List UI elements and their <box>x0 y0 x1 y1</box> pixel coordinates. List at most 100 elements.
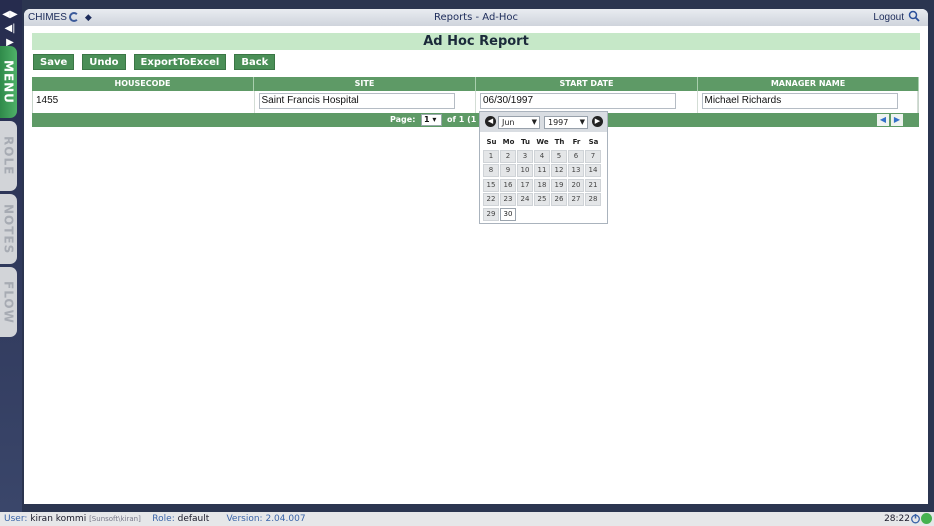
calendar-day[interactable]: 15 <box>483 178 499 192</box>
calendar-day[interactable]: 30 <box>500 207 516 221</box>
export-excel-button[interactable]: ExportToExcel <box>133 54 227 70</box>
calendar-day[interactable]: 9 <box>500 164 516 177</box>
column-header-housecode[interactable]: HOUSECODE <box>32 77 254 91</box>
prev-month-icon[interactable]: ◀ <box>485 116 496 127</box>
manager-cell: Michael Richards <box>698 91 918 113</box>
page-label: Page: <box>390 115 416 124</box>
calendar-day[interactable]: 2 <box>500 149 516 163</box>
page-count-text: of 1 (1 <box>447 115 477 124</box>
page-select-value: 1 <box>424 115 430 124</box>
save-button[interactable]: Save <box>33 54 75 70</box>
report-heading: Ad Hoc Report <box>32 33 920 50</box>
undo-button[interactable]: Undo <box>82 54 126 70</box>
calendar-empty-cell <box>568 208 584 221</box>
calendar-day[interactable]: 28 <box>585 193 601 206</box>
calendar-week: 1234567 <box>483 149 602 164</box>
side-tab-menu[interactable]: MENU <box>0 46 17 118</box>
weekday-label: Mo <box>502 138 515 146</box>
toolbar: Save Undo ExportToExcel Back <box>33 54 928 70</box>
page-select[interactable]: 1 ▾ <box>421 114 442 126</box>
weekday-label: We <box>536 138 549 146</box>
calendar-day[interactable]: 14 <box>585 164 601 177</box>
side-tab-label: NOTES <box>1 203 16 255</box>
next-month-icon[interactable]: ▶ <box>592 116 603 127</box>
calendar-day[interactable]: 11 <box>534 164 550 177</box>
weekday-label: Su <box>486 138 497 146</box>
calendar-day[interactable]: 29 <box>483 207 499 221</box>
calendar-week: 8 9 10 11 12 13 14 <box>483 164 602 178</box>
user-account: [Sunsoft\kiran] <box>89 515 141 523</box>
weekday-label: Fr <box>572 138 581 146</box>
chevron-down-icon: ▼ <box>579 118 585 126</box>
date-picker-header: ◀ Jun ▼ 1997 ▼ ▶ <box>480 112 607 132</box>
logout-link[interactable]: Logout <box>873 12 904 23</box>
session-timer: 28:22 <box>884 514 910 524</box>
calendar-day[interactable]: 3 <box>517 149 533 163</box>
calendar-empty-cell <box>534 208 550 221</box>
calendar-day[interactable]: 10 <box>517 164 533 177</box>
side-tab-flow[interactable]: FLOW <box>0 267 17 337</box>
version-label: Version: <box>226 514 263 524</box>
calendar-day[interactable]: 23 <box>500 193 516 206</box>
calendar-day[interactable]: 8 <box>483 164 499 177</box>
calendar-day[interactable]: 26 <box>551 193 567 206</box>
calendar-empty-cell <box>585 208 601 221</box>
calendar-day[interactable]: 16 <box>500 178 516 192</box>
calendar-grid: Su Mo Tu We Th Fr Sa 1 2 3 4 5 6 7 8 9 10 11 12 13 14 15 16 17… <box>483 136 602 222</box>
calendar-day[interactable]: 18 <box>534 178 550 192</box>
chevron-down-icon: ▾ <box>432 115 437 124</box>
collapse-arrows-icon[interactable]: ◀▶ ◀|▶ <box>2 8 18 50</box>
calendar-day[interactable]: 24 <box>517 193 533 206</box>
status-bar: User: kiran kommi [Sunsoft\kiran] Role: … <box>0 512 934 526</box>
site-cell: Saint Francis Hospital <box>255 91 476 113</box>
next-page-icon[interactable]: ▶ <box>891 114 903 126</box>
calendar-day[interactable]: 27 <box>568 193 584 206</box>
back-button[interactable]: Back <box>234 54 276 70</box>
start-date-field[interactable]: 06/30/1997 <box>480 93 676 109</box>
version-value: 2.04.007 <box>265 514 306 524</box>
calendar-day[interactable]: 22 <box>483 193 499 206</box>
column-header-start-date[interactable]: START DATE <box>476 77 698 91</box>
role-label: Role: <box>152 514 175 524</box>
calendar-day[interactable]: 1 <box>483 149 499 163</box>
role-value: default <box>177 514 210 524</box>
side-tab-notes[interactable]: NOTES <box>0 194 17 264</box>
calendar-day[interactable]: 17 <box>517 178 533 192</box>
site-field[interactable]: Saint Francis Hospital <box>258 93 455 109</box>
year-select[interactable]: 1997 ▼ <box>544 116 588 129</box>
calendar-day[interactable]: 25 <box>534 193 550 206</box>
calendar-day[interactable]: 7 <box>585 149 601 163</box>
weekday-label: Sa <box>588 138 599 146</box>
prev-page-icon[interactable]: ◀ <box>877 114 889 126</box>
calendar-day[interactable]: 19 <box>551 178 567 192</box>
month-value: Jun <box>502 118 515 127</box>
user-label: User: <box>4 514 28 524</box>
calendar-day[interactable]: 21 <box>585 178 601 192</box>
calendar-day[interactable]: 4 <box>534 149 550 163</box>
zoom-icon[interactable] <box>908 10 920 22</box>
power-icon[interactable] <box>910 513 921 524</box>
calendar-day[interactable]: 12 <box>551 164 567 177</box>
weekday-label: Th <box>554 138 565 146</box>
pager: Page: 1 ▾ of 1 (1 ◀ ▶ <box>32 113 919 127</box>
side-tab-role[interactable]: ROLE <box>0 121 17 191</box>
side-tab-label: MENU <box>1 60 16 104</box>
window-title: Reports - Ad-Hoc <box>433 12 519 23</box>
date-picker: ◀ Jun ▼ 1997 ▼ ▶ Su Mo Tu We Th Fr Sa 1234567891… <box>479 111 608 224</box>
column-header-manager-name[interactable]: MANAGER NAME <box>698 77 919 91</box>
calendar-day[interactable]: 20 <box>568 178 584 192</box>
manager-name-field[interactable]: Michael Richards <box>701 93 898 109</box>
calendar-day[interactable]: 5 <box>551 149 567 163</box>
year-value: 1997 <box>548 118 569 127</box>
column-header-site[interactable]: SITE <box>254 77 476 91</box>
chevron-down-icon: ▼ <box>531 118 537 126</box>
month-select[interactable]: Jun ▼ <box>498 116 540 129</box>
grid-header: HOUSECODE SITE START DATE MANAGER NAME <box>32 77 919 91</box>
report-grid: HOUSECODE SITE START DATE MANAGER NAME 1… <box>32 77 919 127</box>
table-row: 1455 Saint Francis Hospital 06/30/1997 M… <box>32 91 919 113</box>
title-bar: CHIMES ◆ Reports - Ad-Hoc Logout <box>24 9 928 26</box>
calendar-day[interactable]: 6 <box>568 149 584 163</box>
calendar-day[interactable]: 13 <box>568 164 584 177</box>
side-tab-label: ROLE <box>1 136 16 176</box>
status-info: User: kiran kommi [Sunsoft\kiran] Role: … <box>4 514 306 524</box>
